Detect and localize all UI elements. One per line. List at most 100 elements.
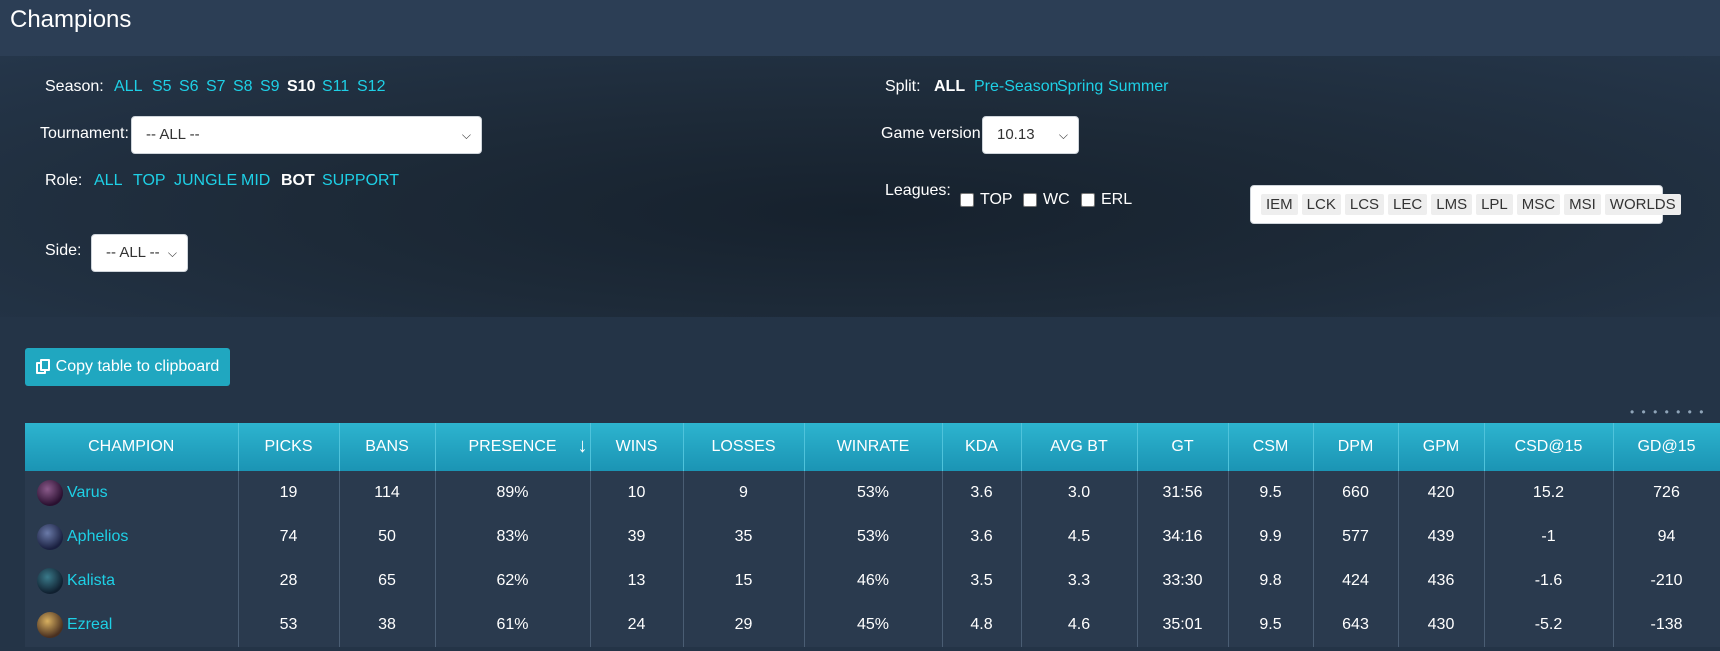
champion-link[interactable]: Varus xyxy=(67,484,108,502)
column-header-gpm[interactable]: GPM xyxy=(1398,423,1485,471)
tournament-select-value: -- ALL -- xyxy=(146,126,200,143)
table-cell: 89% xyxy=(435,471,591,515)
column-header-champion[interactable]: CHAMPION xyxy=(25,423,239,471)
table-cell: 3.0 xyxy=(1021,471,1138,515)
side-select-value: -- ALL -- xyxy=(106,244,160,261)
table-cell: 430 xyxy=(1398,603,1485,647)
season-option-s10[interactable]: S10 xyxy=(287,78,315,96)
season-option-s6[interactable]: S6 xyxy=(179,78,199,96)
season-option-s12[interactable]: S12 xyxy=(357,78,385,96)
league-tag[interactable]: LMS xyxy=(1431,194,1473,215)
copy-table-button[interactable]: Copy table to clipboard xyxy=(25,348,230,386)
table-cell: 726 xyxy=(1613,471,1720,515)
season-option-all[interactable]: ALL xyxy=(114,78,142,96)
table-row: Kalista 28 65 62% 13 15 46% 3.5 3.3 33:30 9.8 424 43… xyxy=(25,559,1720,603)
season-label: Season: xyxy=(45,78,104,95)
game-version-label: Game version: xyxy=(881,125,986,142)
column-header-presence-label: PRESENCE xyxy=(468,438,557,455)
game-version-select[interactable]: 10.13 ⌵ xyxy=(982,116,1079,154)
page-header: Champions xyxy=(0,0,1720,56)
table-cell: 3.3 xyxy=(1021,559,1138,603)
table-cell: 13 xyxy=(590,559,684,603)
champion-cell: Varus xyxy=(25,471,239,515)
champion-link[interactable]: Ezreal xyxy=(67,616,112,634)
role-option-top[interactable]: TOP xyxy=(133,172,166,190)
table-cell: -1.6 xyxy=(1484,559,1614,603)
split-option-spring[interactable]: Spring xyxy=(1057,78,1103,96)
column-header-avg-bt[interactable]: AVG BT xyxy=(1021,423,1138,471)
table-cell: 577 xyxy=(1313,515,1399,559)
table-cell: 45% xyxy=(804,603,943,647)
checkbox-icon[interactable] xyxy=(1023,193,1037,207)
league-tag[interactable]: MSI xyxy=(1564,194,1601,215)
table-cell: 31:56 xyxy=(1137,471,1229,515)
table-cell: 24 xyxy=(590,603,684,647)
column-header-gd15[interactable]: GD@15 xyxy=(1613,423,1720,471)
league-tag[interactable]: LEC xyxy=(1388,194,1428,215)
season-option-s7[interactable]: S7 xyxy=(206,78,226,96)
split-option-summer[interactable]: Summer xyxy=(1108,78,1168,96)
league-tag[interactable]: MSC xyxy=(1516,194,1561,215)
season-option-s11[interactable]: S11 xyxy=(322,78,349,96)
table-cell: 9.9 xyxy=(1228,515,1314,559)
table-cell: 15.2 xyxy=(1484,471,1614,515)
column-header-dpm[interactable]: DPM xyxy=(1313,423,1399,471)
table-cell: 35:01 xyxy=(1137,603,1229,647)
table-cell: 61% xyxy=(435,603,591,647)
chevron-down-icon: ⌵ xyxy=(461,128,471,142)
league-checkbox-wc[interactable]: WC xyxy=(1023,191,1070,209)
champion-cell: Kalista xyxy=(25,559,239,603)
table-cell: 94 xyxy=(1613,515,1720,559)
column-header-bans[interactable]: BANS xyxy=(339,423,436,471)
column-header-presence[interactable]: PRESENCE ↓ xyxy=(435,423,591,471)
league-tag[interactable]: LCS xyxy=(1344,194,1385,215)
checkbox-icon[interactable] xyxy=(960,193,974,207)
table-cell: 53% xyxy=(804,471,943,515)
league-tag[interactable]: IEM xyxy=(1261,194,1298,215)
table-cell: 53% xyxy=(804,515,943,559)
league-tag[interactable]: LCK xyxy=(1301,194,1341,215)
role-option-mid[interactable]: MID xyxy=(241,172,270,190)
table-cell: -5.2 xyxy=(1484,603,1614,647)
role-option-all[interactable]: ALL xyxy=(94,172,122,190)
table-cell: 439 xyxy=(1398,515,1485,559)
table-cell: -138 xyxy=(1613,603,1720,647)
champion-link[interactable]: Kalista xyxy=(67,572,115,590)
column-header-losses[interactable]: LOSSES xyxy=(683,423,805,471)
role-label: Role: xyxy=(45,172,83,189)
league-checkbox-erl[interactable]: ERL xyxy=(1081,191,1132,209)
tournament-select[interactable]: -- ALL -- ⌵ xyxy=(131,116,482,154)
table-cell: -1 xyxy=(1484,515,1614,559)
split-option-all[interactable]: ALL xyxy=(934,78,965,96)
role-option-support[interactable]: SUPPORT xyxy=(322,172,399,190)
side-select[interactable]: -- ALL -- ⌵ xyxy=(91,234,188,272)
table-cell: 9 xyxy=(683,471,805,515)
table-cell: 4.6 xyxy=(1021,603,1138,647)
league-checkbox-top[interactable]: TOP xyxy=(960,191,1013,209)
column-header-kda[interactable]: KDA xyxy=(942,423,1022,471)
table-row: Ezreal 53 38 61% 24 29 45% 4.8 4.6 35:01 9.5 643 430… xyxy=(25,603,1720,647)
column-header-csm[interactable]: CSM xyxy=(1228,423,1314,471)
season-option-s9[interactable]: S9 xyxy=(260,78,280,96)
role-option-bot[interactable]: BOT xyxy=(281,172,315,190)
league-checkbox-wc-label: WC xyxy=(1043,191,1070,208)
column-header-wins[interactable]: WINS xyxy=(590,423,684,471)
column-header-csd15[interactable]: CSD@15 xyxy=(1484,423,1614,471)
table-cell: 9.5 xyxy=(1228,603,1314,647)
column-header-winrate[interactable]: WINRATE xyxy=(804,423,943,471)
split-option-pre-season[interactable]: Pre-Season xyxy=(974,78,1059,96)
league-tag[interactable]: LPL xyxy=(1476,194,1513,215)
column-header-picks[interactable]: PICKS xyxy=(238,423,340,471)
column-header-gt[interactable]: GT xyxy=(1137,423,1229,471)
scroll-handle[interactable]: • • • • • • • xyxy=(1630,405,1705,419)
game-version-select-value: 10.13 xyxy=(997,126,1035,143)
league-tag[interactable]: WORLDS xyxy=(1604,194,1681,215)
league-tags-input[interactable]: IEM LCK LCS LEC LMS LPL MSC MSI WORLDS xyxy=(1250,185,1681,224)
season-option-s5[interactable]: S5 xyxy=(152,78,172,96)
champion-link[interactable]: Aphelios xyxy=(67,528,128,546)
champion-cell: Aphelios xyxy=(25,515,239,559)
season-option-s8[interactable]: S8 xyxy=(233,78,253,96)
champion-avatar xyxy=(37,612,63,638)
role-option-jungle[interactable]: JUNGLE xyxy=(174,172,237,190)
checkbox-icon[interactable] xyxy=(1081,193,1095,207)
